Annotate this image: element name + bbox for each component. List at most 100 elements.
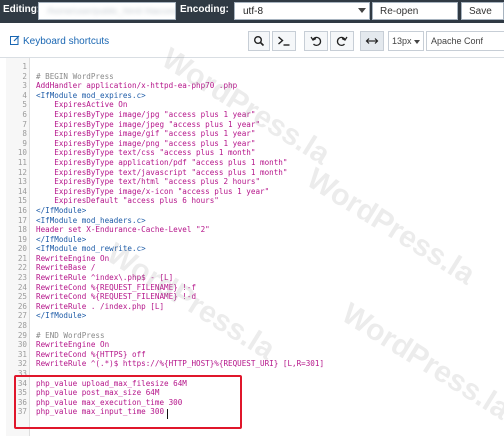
- wrap-toggle-button[interactable]: [360, 31, 384, 51]
- line-number: 20: [17, 244, 27, 254]
- code-line[interactable]: 30 RewriteEngine On: [0, 340, 504, 350]
- horizontal-arrows-icon: [365, 38, 379, 44]
- line-number: 9: [22, 138, 27, 148]
- filename-field[interactable]: /home/user/public_html/.htaccess: [38, 2, 176, 20]
- code-line[interactable]: 16 </IfModule>: [0, 206, 504, 216]
- code-text: </IfModule>: [36, 311, 87, 321]
- code-line[interactable]: 8 ExpiresByType image/gif "access plus 1…: [0, 129, 504, 139]
- code-line[interactable]: 11 ExpiresByType application/pdf "access…: [0, 158, 504, 168]
- chevron-down-icon: [414, 40, 420, 44]
- code-text: ExpiresByType image/x-icon "access plus …: [36, 186, 270, 196]
- line-number: 19: [17, 234, 27, 244]
- code-line[interactable]: 4 <IfModule mod_expires.c>: [0, 91, 504, 101]
- line-number: 22: [17, 263, 27, 273]
- code-line[interactable]: 2 # BEGIN WordPress: [0, 72, 504, 82]
- code-line[interactable]: 23 RewriteRule ^index\.php$ - [L]: [0, 273, 504, 283]
- keyboard-shortcuts-label: Keyboard shortcuts: [23, 36, 110, 47]
- code-line[interactable]: 10 ExpiresByType text/css "access plus 1…: [0, 148, 504, 158]
- line-number: 12: [17, 167, 27, 177]
- code-line[interactable]: 21 RewriteEngine On: [0, 254, 504, 264]
- encoding-select[interactable]: utf-8: [234, 2, 370, 20]
- line-number: 29: [17, 330, 27, 340]
- line-number: 26: [17, 301, 27, 311]
- search-button[interactable]: [248, 31, 270, 51]
- edit-icon: [10, 35, 20, 45]
- font-size-select[interactable]: 13px: [388, 31, 424, 51]
- code-line[interactable]: 28: [0, 321, 504, 331]
- chevron-down-icon: [358, 8, 366, 13]
- line-number: 24: [17, 282, 27, 292]
- syntax-mode-select[interactable]: Apache Conf: [426, 31, 504, 51]
- code-line[interactable]: 22 RewriteBase /: [0, 263, 504, 273]
- line-number: 4: [22, 90, 27, 100]
- go-to-line-button[interactable]: [272, 31, 296, 51]
- line-number: 27: [17, 311, 27, 321]
- code-line[interactable]: 27 </IfModule>: [0, 311, 504, 321]
- code-line[interactable]: 32 RewriteRule ^(.*)$ https://%{HTTP_HOST…: [0, 359, 504, 369]
- code-line[interactable]: 29 # END WordPress: [0, 331, 504, 341]
- line-number: 31: [17, 349, 27, 359]
- undo-button[interactable]: [304, 31, 328, 51]
- code-line[interactable]: 3 AddHandler application/x-httpd-ea-php70…: [0, 81, 504, 91]
- code-text: ExpiresByType image/jpg "access plus 1 y…: [36, 109, 256, 119]
- code-text: Header set X-Endurance-Cache-Level "2": [36, 225, 210, 235]
- code-text: RewriteCond %{HTTPS} off: [36, 349, 146, 359]
- code-line[interactable]: 26 RewriteRule . /index.php [L]: [0, 302, 504, 312]
- code-text: ExpiresByType image/jpeg "access plus 1 …: [36, 119, 261, 129]
- line-number: 21: [17, 253, 27, 263]
- code-line[interactable]: 24 RewriteCond %{REQUEST_FILENAME} !-f: [0, 283, 504, 293]
- code-text: RewriteEngine On: [36, 340, 110, 350]
- code-text: # END WordPress: [36, 330, 105, 340]
- line-number: 2: [22, 71, 27, 81]
- code-line[interactable]: 14 ExpiresByType image/x-icon "access pl…: [0, 187, 504, 197]
- syntax-mode-value: Apache Conf: [431, 36, 484, 46]
- code-text: RewriteRule ^(.*)$ https://%{HTTP_HOST}%…: [36, 359, 325, 369]
- code-line[interactable]: 12 ExpiresByType text/javascript "access…: [0, 168, 504, 178]
- code-line[interactable]: 18 Header set X-Endurance-Cache-Level "2": [0, 225, 504, 235]
- editing-label: Editing:: [3, 4, 41, 15]
- code-line[interactable]: 7 ExpiresByType image/jpeg "access plus …: [0, 120, 504, 130]
- save-button[interactable]: Save: [461, 2, 504, 20]
- line-number: 5: [22, 100, 27, 110]
- code-line[interactable]: 20 <IfModule mod_rewrite.c>: [0, 244, 504, 254]
- search-icon: [254, 36, 265, 47]
- text-cursor: [167, 409, 168, 419]
- code-line[interactable]: 1: [0, 62, 504, 72]
- code-text: RewriteEngine On: [36, 253, 110, 263]
- redo-button[interactable]: [330, 31, 354, 51]
- highlight-box: [14, 375, 242, 429]
- line-number: 30: [17, 340, 27, 350]
- code-lines: 1 2 # BEGIN WordPress 3 AddHandler applicati…: [0, 62, 504, 417]
- code-line[interactable]: 15 ExpiresDefault "access plus 6 hours": [0, 196, 504, 206]
- code-text: <IfModule mod_rewrite.c>: [36, 244, 146, 254]
- code-line[interactable]: 13 ExpiresByType text/html "access plus …: [0, 177, 504, 187]
- font-size-value: 13px: [392, 36, 412, 46]
- code-text: ExpiresActive On: [36, 100, 128, 110]
- code-line[interactable]: 9 ExpiresByType image/png "access plus 1…: [0, 139, 504, 149]
- code-line[interactable]: 6 ExpiresByType image/jpg "access plus 1…: [0, 110, 504, 120]
- undo-icon: [310, 36, 322, 47]
- code-line[interactable]: 31 RewriteCond %{HTTPS} off: [0, 350, 504, 360]
- code-text: RewriteCond %{REQUEST_FILENAME} !-d: [36, 292, 197, 302]
- line-number: 23: [17, 273, 27, 283]
- code-text: ExpiresByType text/javascript "access pl…: [36, 167, 288, 177]
- line-number: 32: [17, 359, 27, 369]
- code-line[interactable]: 17 <IfModule mod_headers.c>: [0, 216, 504, 226]
- keyboard-shortcuts-link[interactable]: Keyboard shortcuts: [10, 35, 109, 47]
- reopen-button[interactable]: Re-open: [372, 2, 458, 20]
- code-text: ExpiresByType text/css "access plus 1 mo…: [36, 148, 256, 158]
- line-number: 15: [17, 196, 27, 206]
- code-line[interactable]: 5 ExpiresActive On: [0, 100, 504, 110]
- code-text: </IfModule>: [36, 234, 87, 244]
- code-text: AddHandler application/x-httpd-ea-php70 …: [36, 81, 238, 91]
- code-line[interactable]: 25 RewriteCond %{REQUEST_FILENAME} !-d: [0, 292, 504, 302]
- code-text: <IfModule mod_expires.c>: [36, 90, 146, 100]
- line-number: 3: [22, 81, 27, 91]
- code-text: RewriteRule . /index.php [L]: [36, 301, 165, 311]
- line-number: 14: [17, 186, 27, 196]
- line-number: 6: [22, 109, 27, 119]
- code-line[interactable]: 19 </IfModule>: [0, 235, 504, 245]
- line-number: 17: [17, 215, 27, 225]
- line-number: 7: [22, 119, 27, 129]
- line-number: 18: [17, 225, 27, 235]
